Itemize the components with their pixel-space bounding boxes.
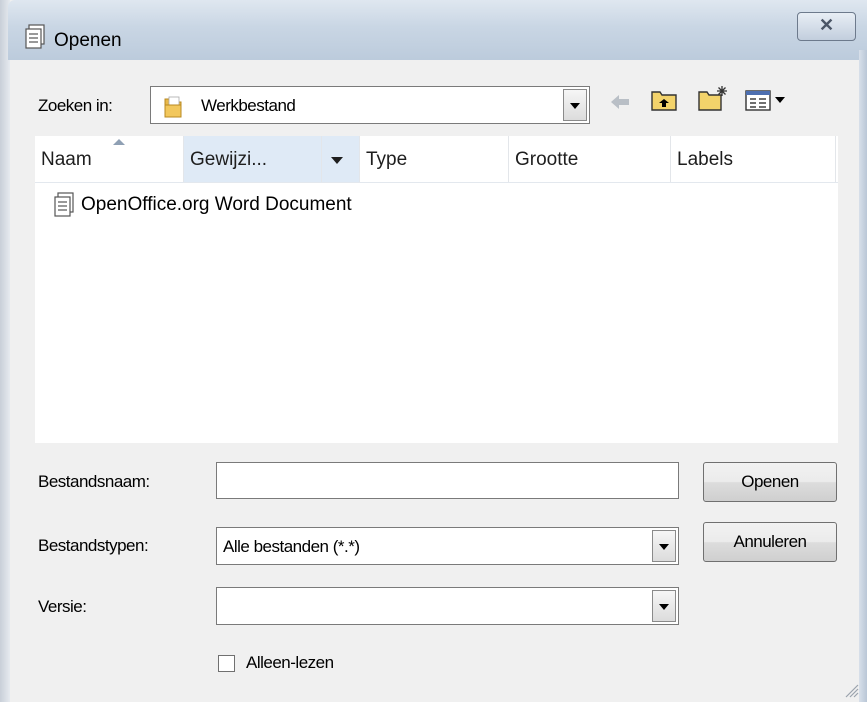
readonly-checkbox[interactable] (218, 655, 235, 672)
column-header-grootte[interactable]: Grootte (509, 136, 671, 182)
column-header-type[interactable]: Type (360, 136, 509, 182)
filetype-label: Bestandstypen: (38, 536, 149, 555)
column-header-naam[interactable]: Naam (35, 136, 184, 182)
back-arrow-icon[interactable] (609, 92, 631, 112)
open-dialog: Openen ✕ Zoeken in: Werkbestand Naam Gew… (0, 0, 867, 702)
view-menu-icon[interactable] (744, 88, 792, 112)
new-folder-icon[interactable] (697, 84, 729, 112)
version-dropdown[interactable] (216, 587, 679, 625)
close-button[interactable]: ✕ (797, 12, 856, 41)
window-edge (0, 0, 10, 702)
readonly-label: Alleen-lezen (246, 653, 334, 672)
look-in-value: Werkbestand (201, 96, 296, 115)
filename-label: Bestandsnaam: (38, 472, 150, 491)
folder-icon (164, 96, 182, 118)
close-icon: ✕ (818, 15, 835, 35)
sort-ascending-icon (113, 139, 125, 145)
version-label: Versie: (38, 597, 87, 616)
look-in-dropdown-arrow[interactable] (563, 89, 587, 121)
document-icon (25, 24, 45, 49)
file-name: OpenOffice.org Word Document (81, 194, 352, 215)
look-in-label: Zoeken in: (38, 96, 113, 115)
window-title: Openen (54, 30, 122, 51)
window-border-right (859, 50, 867, 702)
file-list[interactable]: Naam Gewijzi... Type Grootte Labels Open… (35, 136, 838, 443)
column-header-gewijzigd[interactable]: Gewijzi... (184, 136, 322, 182)
document-icon (54, 192, 74, 217)
column-header-labels[interactable]: Labels (671, 136, 836, 182)
open-button[interactable]: Openen (703, 462, 837, 502)
file-list-header: Naam Gewijzi... Type Grootte Labels (35, 136, 838, 183)
filetype-dropdown[interactable]: Alle bestanden (*.*) (216, 527, 679, 565)
filetype-dropdown-arrow[interactable] (652, 530, 676, 562)
up-folder-icon[interactable] (650, 88, 678, 112)
look-in-dropdown[interactable]: Werkbestand (150, 86, 590, 124)
filename-input[interactable] (216, 462, 679, 499)
resize-grip-icon[interactable] (843, 682, 859, 698)
column-filter-dropdown[interactable] (322, 136, 360, 182)
filetype-value: Alle bestanden (*.*) (223, 537, 360, 556)
cancel-button[interactable]: Annuleren (703, 522, 837, 562)
version-dropdown-arrow[interactable] (652, 590, 676, 622)
title-bar[interactable]: Openen ✕ (8, 0, 867, 60)
